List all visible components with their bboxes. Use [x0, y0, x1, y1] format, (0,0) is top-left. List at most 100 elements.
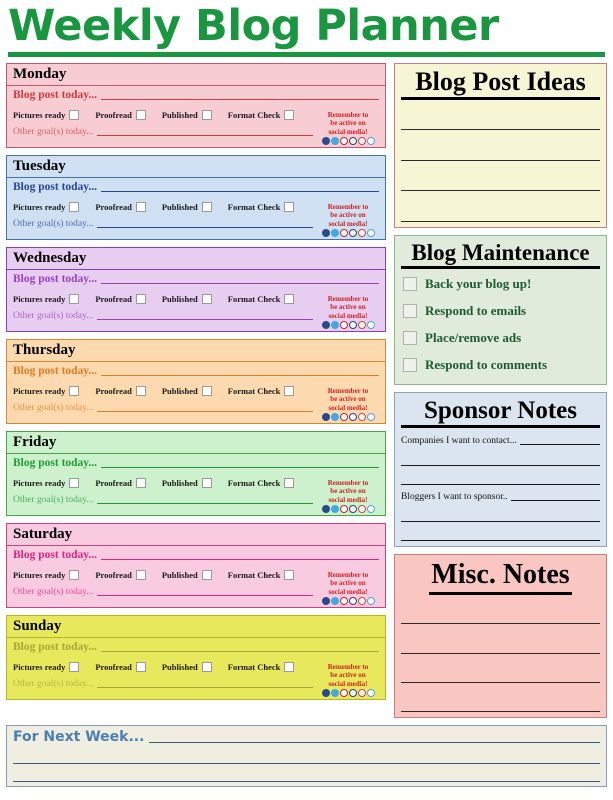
checkbox[interactable]: [284, 570, 295, 580]
checkbox[interactable]: [284, 662, 295, 672]
checkbox[interactable]: [69, 662, 80, 672]
checkbox-item-proofread[interactable]: Proofread: [95, 294, 146, 304]
checkbox-item-published[interactable]: Published: [162, 570, 212, 580]
checkbox[interactable]: [201, 570, 212, 580]
blog-post-today-input-line[interactable]: [101, 191, 379, 192]
sponsor-writing-line[interactable]: [401, 503, 600, 522]
blog-post-today-input-line[interactable]: [101, 651, 379, 652]
checkbox-item-proofread[interactable]: Proofread: [95, 202, 146, 212]
checkbox[interactable]: [403, 304, 417, 319]
checkbox-item-published[interactable]: Published: [162, 110, 212, 120]
sponsor-writing-line[interactable]: [401, 522, 600, 541]
pinterest-icon: [339, 413, 348, 421]
maintenance-item-respond-to-emails[interactable]: Respond to emails: [403, 303, 598, 319]
checkbox-item-published[interactable]: Published: [162, 386, 212, 396]
for-next-week-rule[interactable]: [149, 742, 600, 743]
checkbox[interactable]: [69, 386, 80, 396]
checkbox-item-proofread[interactable]: Proofread: [95, 570, 146, 580]
checkbox-item-pictures-ready[interactable]: Pictures ready: [13, 386, 80, 396]
checkbox[interactable]: [135, 202, 146, 212]
checkbox[interactable]: [69, 478, 80, 488]
checkbox[interactable]: [201, 478, 212, 488]
checkbox[interactable]: [135, 478, 146, 488]
day-name-monday: Monday: [7, 64, 385, 86]
other-goals-input-line[interactable]: [97, 411, 313, 412]
checkbox-item-format-check[interactable]: Format Check: [228, 662, 295, 672]
checkbox[interactable]: [135, 110, 146, 120]
writing-line[interactable]: [401, 654, 600, 683]
other-goals-input-line[interactable]: [97, 227, 313, 228]
checkbox-item-pictures-ready[interactable]: Pictures ready: [13, 662, 80, 672]
checkbox[interactable]: [69, 110, 80, 120]
day-block-saturday: Saturday Blog post today... Pictures ready…: [6, 523, 386, 608]
checkbox-item-format-check[interactable]: Format Check: [228, 110, 295, 120]
checkbox[interactable]: [284, 202, 295, 212]
checkbox-item-pictures-ready[interactable]: Pictures ready: [13, 570, 80, 580]
checkbox[interactable]: [201, 386, 212, 396]
checkbox[interactable]: [69, 570, 80, 580]
writing-line[interactable]: [401, 683, 600, 712]
checkbox[interactable]: [69, 294, 80, 304]
checkbox-item-published[interactable]: Published: [162, 478, 212, 488]
checkbox[interactable]: [201, 202, 212, 212]
checkbox[interactable]: [135, 570, 146, 580]
other-goals-input-line[interactable]: [97, 595, 313, 596]
checkbox[interactable]: [403, 277, 417, 292]
checkbox-item-pictures-ready[interactable]: Pictures ready: [13, 478, 80, 488]
checkbox[interactable]: [135, 386, 146, 396]
checkbox[interactable]: [69, 202, 80, 212]
checkbox[interactable]: [403, 358, 417, 373]
checkbox-item-pictures-ready[interactable]: Pictures ready: [13, 110, 80, 120]
blog-post-today-input-line[interactable]: [101, 467, 379, 468]
writing-line[interactable]: [401, 191, 600, 222]
blog-post-today-input-line[interactable]: [101, 559, 379, 560]
checkbox-item-format-check[interactable]: Format Check: [228, 478, 295, 488]
maintenance-item-back-your-blog-up[interactable]: Back your blog up!: [403, 276, 598, 292]
writing-line[interactable]: [401, 130, 600, 161]
checkbox[interactable]: [135, 294, 146, 304]
writing-line[interactable]: [401, 161, 600, 192]
checkbox-item-pictures-ready[interactable]: Pictures ready: [13, 294, 80, 304]
checkbox[interactable]: [135, 662, 146, 672]
for-next-week-writing-line[interactable]: [13, 764, 600, 782]
checkbox-item-published[interactable]: Published: [162, 294, 212, 304]
checkbox[interactable]: [284, 110, 295, 120]
maintenance-item-place-remove-ads[interactable]: Place/remove ads: [403, 330, 598, 346]
checkbox[interactable]: [201, 110, 212, 120]
misc-notes-writing-lines[interactable]: [401, 595, 600, 712]
other-goals-input-line[interactable]: [97, 135, 313, 136]
writing-line[interactable]: [401, 624, 600, 654]
blog-post-today-input-line[interactable]: [101, 283, 379, 284]
blog-post-ideas-writing-lines[interactable]: [401, 100, 600, 222]
sponsor-writing-line[interactable]: [401, 447, 600, 466]
other-goals-input-line[interactable]: [97, 319, 313, 320]
checkbox[interactable]: [284, 386, 295, 396]
checkbox-item-format-check[interactable]: Format Check: [228, 386, 295, 396]
writing-line[interactable]: [401, 595, 600, 625]
writing-line[interactable]: [401, 100, 600, 131]
for-next-week-writing-line[interactable]: [13, 746, 600, 764]
maintenance-item-respond-to-comments[interactable]: Respond to comments: [403, 357, 598, 373]
checkbox-item-published[interactable]: Published: [162, 662, 212, 672]
blog-post-today-input-line[interactable]: [101, 375, 379, 376]
checkbox-item-proofread[interactable]: Proofread: [95, 478, 146, 488]
other-goals-input-line[interactable]: [97, 503, 313, 504]
checkbox-item-proofread[interactable]: Proofread: [95, 386, 146, 396]
sponsor-input-line[interactable]: [510, 499, 600, 501]
checkbox-item-format-check[interactable]: Format Check: [228, 294, 295, 304]
sponsor-writing-line[interactable]: [401, 466, 600, 485]
checkbox-item-pictures-ready[interactable]: Pictures ready: [13, 202, 80, 212]
checkbox-item-proofread[interactable]: Proofread: [95, 662, 146, 672]
checkbox-item-format-check[interactable]: Format Check: [228, 570, 295, 580]
checkbox[interactable]: [284, 294, 295, 304]
sponsor-input-line[interactable]: [519, 443, 600, 445]
blog-post-today-input-line[interactable]: [101, 99, 379, 100]
checkbox-item-published[interactable]: Published: [162, 202, 212, 212]
checkbox-item-format-check[interactable]: Format Check: [228, 202, 295, 212]
other-goals-input-line[interactable]: [97, 687, 313, 688]
checkbox[interactable]: [201, 662, 212, 672]
checkbox[interactable]: [284, 478, 295, 488]
checkbox[interactable]: [403, 331, 417, 346]
checkbox-item-proofread[interactable]: Proofread: [95, 110, 146, 120]
checkbox[interactable]: [201, 294, 212, 304]
